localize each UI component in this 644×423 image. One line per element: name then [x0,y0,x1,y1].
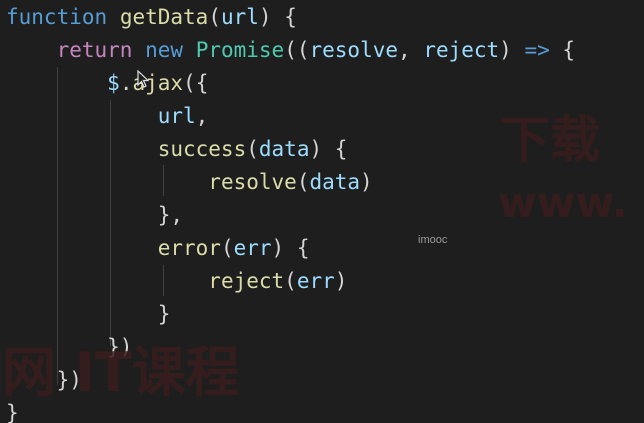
code-token: return [56,38,133,62]
code-token: . [119,71,133,95]
code-token: $ [107,71,120,95]
code-token: data [258,137,310,161]
code-line[interactable]: url, [6,101,209,131]
mouse-pointer-icon [137,70,149,88]
code-token: ( [208,5,221,29]
code-token: ({ [183,71,209,95]
code-token: ) [360,170,373,194]
code-token: ) { [258,5,297,29]
code-token: getData [119,5,209,29]
code-token: err [296,269,335,293]
code-token: } [157,302,171,326]
code-token: , [195,104,209,128]
code-token: => [524,38,550,62]
code-editor[interactable]: function getData(url) { return new Promi… [0,0,644,423]
code-line[interactable]: }, [6,200,183,230]
watermark-url: www. 9 [498,178,644,227]
code-line[interactable]: $.ajax({ [6,68,208,98]
code-token: error [157,236,221,260]
code-token: ) { [309,137,348,161]
code-token: ( [220,236,234,260]
code-token: success [157,137,247,161]
code-token: ( [246,137,259,161]
code-token: ( [296,170,310,194]
code-line[interactable]: function getData(url) { [6,2,297,32]
code-token: Promise [195,38,285,62]
code-token: reject [208,269,285,293]
code-token: resolve [309,38,399,62]
code-token: function [6,5,108,29]
code-line[interactable]: error(err) { [6,233,310,263]
code-token: data [309,170,361,194]
code-line[interactable]: } [6,299,171,329]
code-token: ) [499,38,525,62]
code-token: , [398,38,424,62]
code-token: ) { [271,236,310,260]
code-token: reject [423,38,500,62]
code-line[interactable]: resolve(data) [6,167,373,197]
code-line[interactable]: reject(err) [6,266,347,296]
watermark-cn-top: 下载 [500,111,600,169]
code-token: (( [284,38,310,62]
code-token: ( [284,269,297,293]
watermark-imooc: imooc [418,234,448,246]
watermark-cn-bottom: 网 IT课程 [2,341,240,404]
code-token: { [549,38,576,62]
code-token: url [157,104,196,128]
code-token: url [220,5,259,29]
code-line[interactable]: success(data) { [6,134,348,164]
code-line[interactable]: return new Promise((resolve, reject) => … [6,35,575,65]
code-token: }, [157,203,184,227]
code-token: err [233,236,272,260]
code-token: resolve [208,170,297,194]
code-token: ) [334,269,348,293]
code-token: new [145,38,184,62]
